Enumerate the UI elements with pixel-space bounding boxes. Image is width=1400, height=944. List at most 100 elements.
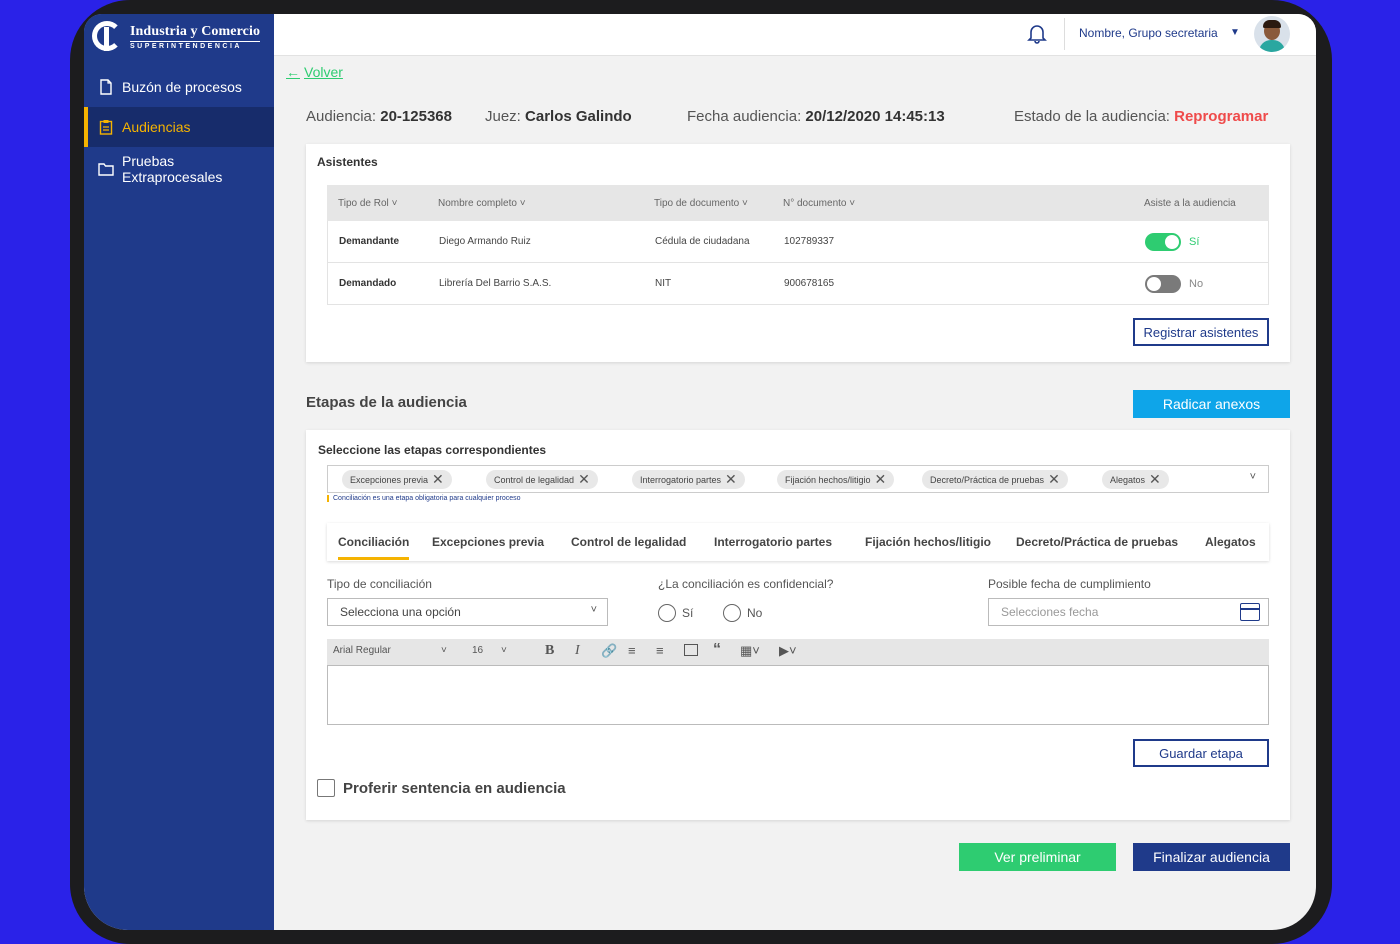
etapas-note: Conciliación es una etapa obligatoria pa… [327, 495, 521, 502]
registrar-asistentes-button[interactable]: Registrar asistentes [1133, 318, 1269, 346]
quote-icon[interactable]: “ [713, 641, 721, 659]
tipo-conciliacion-select[interactable]: Selecciona una opción ˅ [327, 598, 608, 626]
proferir-checkbox[interactable]: Proferir sentencia en audiencia [317, 779, 566, 797]
finalizar-audiencia-button[interactable]: Finalizar audiencia [1133, 843, 1290, 871]
close-icon[interactable]: ✕ [1149, 471, 1161, 488]
tab-fijacion[interactable]: Fijación hechos/litigio [865, 535, 991, 549]
chevron-down-icon[interactable]: ˅ [501, 645, 507, 656]
avatar[interactable] [1254, 16, 1290, 52]
bold-icon[interactable]: B [545, 643, 554, 659]
main-content: ← Volver Audiencia: 20-125368 Juez: Carlo… [274, 56, 1316, 930]
col-asiste: Asiste a la audiencia [1144, 197, 1236, 209]
asistentes-title: Asistentes [317, 155, 378, 169]
brand-subtitle: SUPERINTENDENCIA [130, 40, 261, 50]
table-row: Demandado Librería Del Barrio S.A.S. NIT… [327, 263, 1269, 305]
asistentes-card: Asistentes Tipo de Rol ˅ Nombre completo… [306, 144, 1290, 362]
table-icon[interactable]: ▦˅ [740, 643, 760, 659]
chevron-down-icon: ˅ [519, 197, 526, 209]
fecha-cumplimiento-input[interactable]: Selecciones fecha [988, 598, 1269, 626]
close-icon[interactable]: ✕ [725, 471, 737, 488]
document-icon [98, 79, 114, 95]
numbered-list-icon[interactable]: ≡ [656, 643, 664, 658]
radio-si[interactable]: Sí [658, 604, 693, 622]
clipboard-icon [98, 119, 114, 135]
logo-mark [92, 20, 124, 53]
etapas-select-label: Seleccione las etapas correspondientes [318, 443, 547, 457]
etapas-multiselect[interactable]: Excepciones previa ✕ Control de legalidad… [327, 465, 1269, 493]
close-icon[interactable]: ✕ [432, 471, 444, 488]
col-nombre[interactable]: Nombre completo ˅ [438, 185, 526, 221]
tipo-conciliacion-label: Tipo de conciliación [327, 577, 432, 591]
close-icon[interactable]: ✕ [875, 471, 887, 488]
sidebar-item-label: Audiencias [122, 119, 191, 135]
video-icon[interactable]: ▶˅ [779, 643, 797, 659]
sidebar-item-audiencias[interactable]: Audiencias [84, 107, 274, 147]
editor-toolbar: Arial Regular ˅ 16 ˅ B I 🔗 ≡ ≡ “ ▦˅ ▶˅ [327, 639, 1269, 665]
sidebar-item-pruebas[interactable]: Pruebas Extraprocesales [84, 147, 274, 191]
chip-excepciones: Excepciones previa ✕ [342, 470, 452, 489]
status-badge: Reprogramar [1174, 108, 1269, 125]
ver-preliminar-button[interactable]: Ver preliminar [959, 843, 1116, 871]
table-header: Tipo de Rol ˅ Nombre completo ˅ Tipo de … [327, 185, 1269, 221]
tab-control[interactable]: Control de legalidad [571, 535, 686, 549]
radio-no[interactable]: No [723, 604, 762, 622]
toggle-label: No [1189, 277, 1204, 290]
sidebar-item-buzon[interactable]: Buzón de procesos [84, 67, 274, 107]
chevron-down-icon: ˅ [742, 197, 748, 209]
app-screen: Industria y Comercio SUPERINTENDENCIA Bu… [84, 14, 1316, 930]
chevron-down-icon: ˅ [849, 197, 856, 209]
asiste-toggle[interactable] [1145, 232, 1181, 251]
juez: Juez: Carlos Galindo [485, 108, 632, 125]
estado-audiencia: Estado de la audiencia: Reprogramar [1014, 108, 1269, 125]
back-link[interactable]: ← Volver [286, 64, 343, 80]
image-icon[interactable] [684, 644, 698, 656]
col-tipo-doc[interactable]: Tipo de documento ˅ [654, 185, 748, 221]
fecha-audiencia: Fecha audiencia: 20/12/2020 14:45:13 [687, 108, 945, 125]
tab-excepciones[interactable]: Excepciones previa [432, 535, 544, 549]
topbar: Nombre, Grupo secretaria ▼ [274, 14, 1316, 56]
arrow-left-icon: ← [286, 64, 300, 80]
close-icon[interactable]: ✕ [1048, 471, 1060, 488]
chevron-down-icon: ˅ [590, 604, 597, 616]
close-icon[interactable]: ✕ [578, 471, 590, 488]
editor-textarea[interactable] [327, 665, 1269, 725]
user-menu[interactable]: Nombre, Grupo secretaria [1079, 26, 1218, 40]
brand-name: Industria y Comercio [130, 23, 261, 39]
chevron-down-icon[interactable]: ˅ [441, 645, 447, 656]
folder-icon [98, 161, 114, 177]
logo: Industria y Comercio SUPERINTENDENCIA [84, 14, 274, 59]
audiencia-id: Audiencia: 20-125368 [306, 108, 452, 125]
chip-fijacion: Fijación hechos/litigio ✕ [777, 470, 895, 489]
chevron-down-icon[interactable]: ▼ [1230, 27, 1240, 38]
tab-conciliacion[interactable]: Conciliación [338, 535, 410, 560]
tab-decreto[interactable]: Decreto/Práctica de pruebas [1016, 535, 1178, 549]
chevron-down-icon[interactable]: ˅ [1250, 471, 1256, 483]
tab-alegatos[interactable]: Alegatos [1205, 535, 1256, 549]
chip-alegatos: Alegatos ✕ [1102, 470, 1169, 489]
chip-interrogatorio: Interrogatorio partes ✕ [632, 470, 745, 489]
table-row: Demandante Diego Armando Ruiz Cédula de … [327, 221, 1269, 263]
tab-interrogatorio[interactable]: Interrogatorio partes [714, 535, 832, 549]
chip-decreto: Decreto/Práctica de pruebas ✕ [922, 470, 1068, 489]
asistentes-table: Tipo de Rol ˅ Nombre completo ˅ Tipo de … [327, 185, 1269, 305]
radicar-anexos-button[interactable]: Radicar anexos [1133, 390, 1290, 418]
guardar-etapa-button[interactable]: Guardar etapa [1133, 739, 1269, 767]
bullet-list-icon[interactable]: ≡ [628, 643, 636, 658]
calendar-icon[interactable] [1240, 603, 1260, 621]
etapas-tabs: Conciliación Excepciones previa Control … [327, 523, 1269, 561]
font-select[interactable]: Arial Regular [333, 645, 391, 656]
toggle-label: Sí [1189, 235, 1200, 248]
col-rol[interactable]: Tipo de Rol ˅ [338, 185, 397, 221]
topbar-divider [1064, 18, 1065, 50]
sidebar: Industria y Comercio SUPERINTENDENCIA Bu… [84, 14, 274, 930]
font-size-select[interactable]: 16 [472, 645, 483, 656]
fecha-cumplimiento-label: Posible fecha de cumplimiento [988, 577, 1151, 591]
confidencial-label: ¿La conciliación es confidencial? [658, 577, 834, 591]
link-icon[interactable]: 🔗 [601, 643, 617, 659]
etapas-card: Seleccione las etapas correspondientes E… [306, 430, 1290, 820]
asiste-toggle[interactable] [1145, 274, 1181, 293]
col-numero[interactable]: N° documento ˅ [783, 185, 855, 221]
etapas-title: Etapas de la audiencia [306, 394, 467, 411]
bell-icon[interactable] [1026, 22, 1048, 44]
italic-icon[interactable]: I [575, 643, 580, 659]
